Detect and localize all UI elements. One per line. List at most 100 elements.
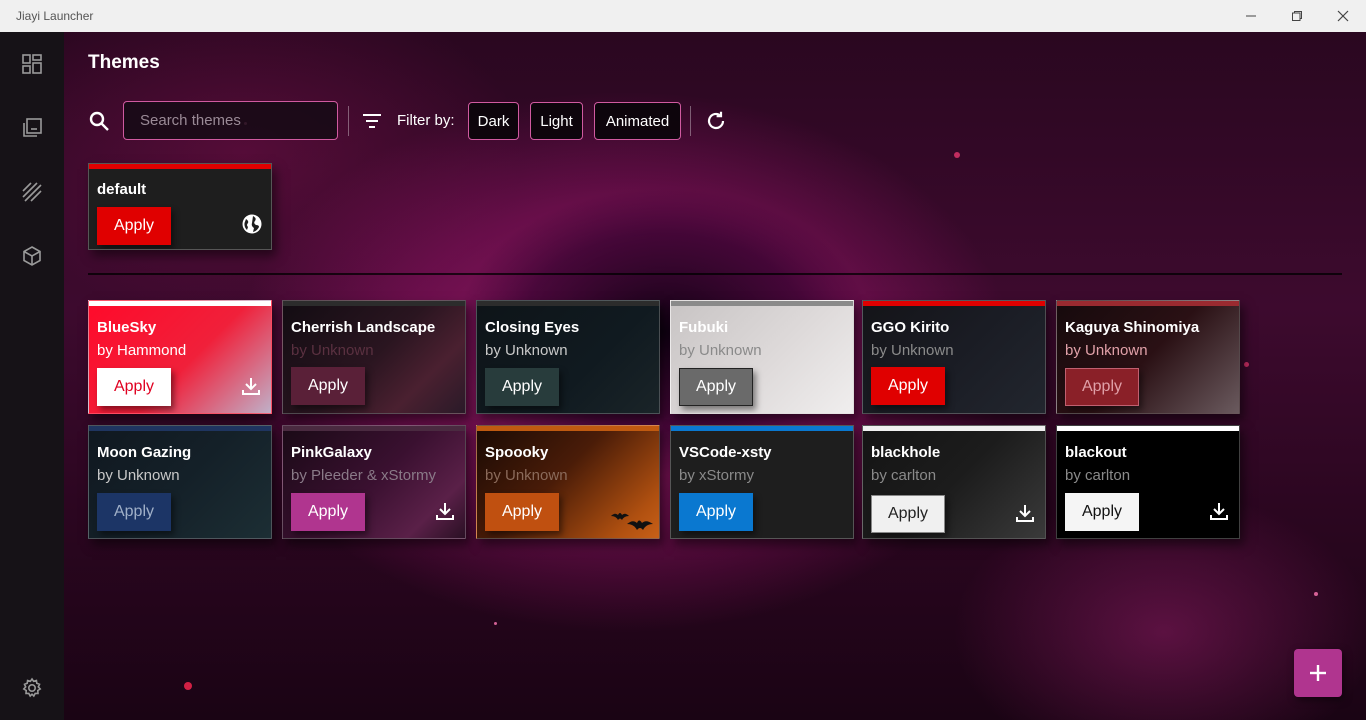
star-decoration <box>184 682 192 690</box>
restore-button[interactable] <box>1274 0 1320 32</box>
theme-accent-bar <box>477 426 659 431</box>
theme-author: by Unknown <box>679 342 762 359</box>
apply-button[interactable]: Apply <box>679 493 753 531</box>
restore-icon <box>1292 11 1302 21</box>
download-icon[interactable] <box>1015 503 1035 523</box>
theme-name: blackhole <box>871 444 941 461</box>
filter-dark-button[interactable]: Dark <box>468 102 519 140</box>
theme-accent-bar <box>863 426 1045 431</box>
theme-author: by Unknown <box>871 342 954 359</box>
add-theme-button[interactable] <box>1294 649 1342 697</box>
theme-author: by carlton <box>1065 467 1131 484</box>
theme-author: by Unknown <box>1065 342 1148 359</box>
theme-accent-bar <box>283 301 465 306</box>
theme-card-blackhole: blackhole by carlton Apply <box>862 425 1046 539</box>
theme-card-blackout: blackout by carlton Apply <box>1056 425 1240 539</box>
toolbar-separator <box>348 106 349 136</box>
window-title: Jiayi Launcher <box>16 9 94 23</box>
toolbar-separator <box>690 106 691 136</box>
theme-card-default: default Apply <box>88 163 272 250</box>
theme-card-bluesky: BlueSky by Hammond Apply <box>88 300 272 414</box>
minimize-icon <box>1246 15 1256 17</box>
theme-name: Moon Gazing <box>97 444 192 461</box>
close-button[interactable] <box>1320 0 1366 32</box>
theme-card-ggo-kirito: GGO Kirito by Unknown Apply <box>862 300 1046 414</box>
sidebar-item-themes[interactable] <box>18 178 46 206</box>
filter-light-button[interactable]: Light <box>530 102 583 140</box>
apply-button[interactable]: Apply <box>291 493 365 531</box>
theme-author: by xStormy <box>679 467 755 484</box>
apply-button[interactable]: Apply <box>97 207 171 245</box>
apply-button[interactable]: Apply <box>871 495 945 533</box>
sidebar-item-settings[interactable] <box>18 674 46 702</box>
theme-card-closing-eyes: Closing Eyes by Unknown Apply <box>476 300 660 414</box>
theme-card-spoooky: Spoooky by Unknown Apply <box>476 425 660 539</box>
apply-button[interactable]: Apply <box>679 368 753 406</box>
bats-icon <box>611 513 653 530</box>
apply-button[interactable]: Apply <box>97 493 171 531</box>
apply-button[interactable]: Apply <box>97 368 171 406</box>
apply-button[interactable]: Apply <box>485 368 559 406</box>
theme-accent-bar <box>1057 426 1239 431</box>
page-title: Themes <box>88 52 160 73</box>
theme-card-pinkgalaxy: PinkGalaxy by Pleeder & xStormy Apply <box>282 425 466 539</box>
library-icon <box>23 118 42 137</box>
theme-card-vscode-xsty: VSCode-xsty by xStormy Apply <box>670 425 854 539</box>
theme-accent-bar <box>283 426 465 431</box>
theme-accent-bar <box>671 301 853 306</box>
main-content: Themes Filter by: Dark Light Animated de… <box>64 32 1366 720</box>
window-controls <box>1228 0 1366 32</box>
apply-button[interactable]: Apply <box>485 493 559 531</box>
theme-author: by Unknown <box>291 342 374 359</box>
download-icon[interactable] <box>1209 501 1229 521</box>
filter-animated-button[interactable]: Animated <box>594 102 681 140</box>
theme-accent-bar <box>89 426 271 431</box>
search-input[interactable] <box>123 101 338 140</box>
sidebar-item-dashboard[interactable] <box>18 50 46 78</box>
apply-button[interactable]: Apply <box>1065 493 1139 531</box>
star-decoration <box>494 622 497 625</box>
theme-name: Fubuki <box>679 319 729 336</box>
theme-accent-bar <box>89 164 271 169</box>
theme-author: by Unknown <box>97 467 180 484</box>
theme-accent-bar <box>1057 301 1239 306</box>
theme-author: by Hammond <box>97 342 187 359</box>
sidebar-item-packages[interactable] <box>18 242 46 270</box>
theme-name: Kaguya Shinomiya <box>1065 319 1200 336</box>
minimize-button[interactable] <box>1228 0 1274 32</box>
theme-name: Spoooky <box>485 444 549 461</box>
theme-card-cherrish-landscape: Cherrish Landscape by Unknown Apply <box>282 300 466 414</box>
theme-accent-bar <box>863 301 1045 306</box>
theme-author: by Unknown <box>485 342 568 359</box>
gear-icon <box>22 677 42 698</box>
theme-author: by Pleeder & xStormy <box>291 467 437 484</box>
star-decoration <box>1244 362 1249 367</box>
theme-author: by Unknown <box>485 467 568 484</box>
apply-button[interactable]: Apply <box>871 367 945 405</box>
theme-name: BlueSky <box>97 319 157 336</box>
dashboard-icon <box>22 54 42 74</box>
package-icon <box>23 246 41 266</box>
download-icon[interactable] <box>241 376 261 396</box>
plus-icon <box>1310 665 1326 681</box>
sidebar <box>0 32 64 720</box>
download-icon[interactable] <box>435 501 455 521</box>
theme-name: VSCode-xsty <box>679 444 772 461</box>
title-bar: Jiayi Launcher <box>0 0 1366 32</box>
section-divider <box>88 273 1342 275</box>
theme-accent-bar <box>89 301 271 306</box>
theme-name: default <box>97 181 147 198</box>
theme-card-kaguya-shinomiya: Kaguya Shinomiya by Unknown Apply <box>1056 300 1240 414</box>
search-icon <box>89 111 109 131</box>
theme-accent-bar <box>477 301 659 306</box>
refresh-icon[interactable] <box>705 110 727 132</box>
apply-button[interactable]: Apply <box>291 367 365 405</box>
theme-author: by carlton <box>871 467 937 484</box>
theme-accent-bar <box>671 426 853 431</box>
theme-name: Closing Eyes <box>485 319 580 336</box>
close-icon <box>1337 10 1349 22</box>
apply-button[interactable]: Apply <box>1065 368 1139 406</box>
filter-label: Filter by: <box>397 112 455 129</box>
filter-icon <box>363 114 381 128</box>
sidebar-item-library[interactable] <box>18 114 46 142</box>
